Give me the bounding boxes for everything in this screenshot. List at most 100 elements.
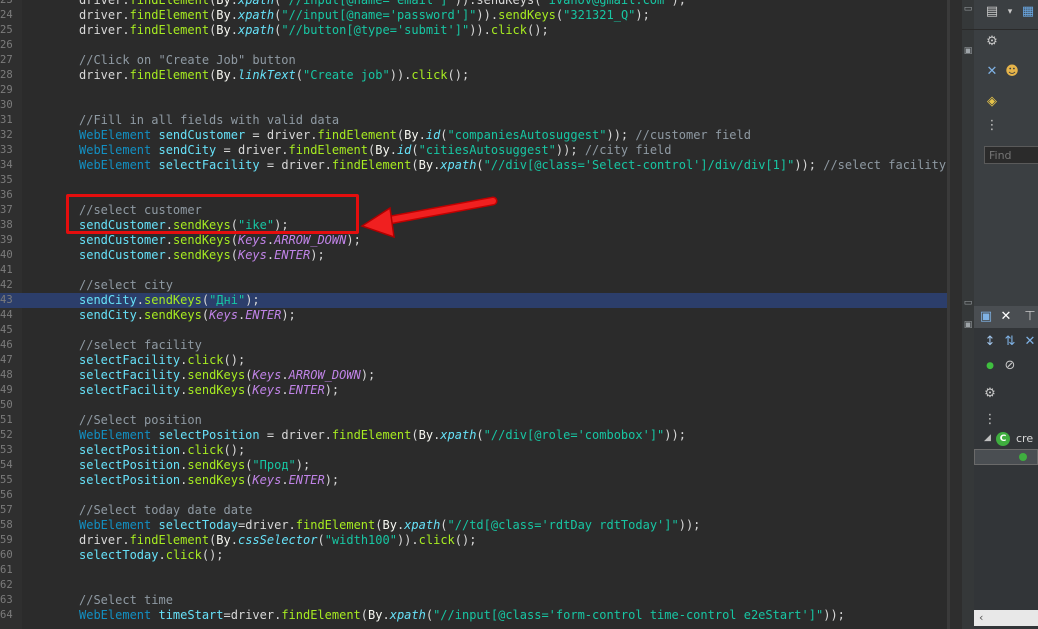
code-token: ); (324, 383, 340, 397)
code-line[interactable]: 44 sendCity.sendKeys(Keys.ENTER); (0, 308, 962, 323)
outline-tree-class[interactable]: ◢ C cre (984, 432, 1038, 448)
annotation-highlight-box (66, 194, 359, 234)
minimize-icon[interactable]: ▭ (962, 296, 974, 310)
code-line[interactable]: 61 (0, 563, 962, 578)
code-token: WebElement (79, 143, 159, 157)
code-line[interactable]: 54 selectPosition.sendKeys("Прод"); (0, 458, 962, 473)
outline-horizontal-scrollbar[interactable]: ‹ (974, 610, 1038, 626)
line-number: 62 (0, 579, 13, 591)
code-text: selectPosition.sendKeys(Keys.ENTER); (79, 473, 339, 488)
code-line[interactable]: 52 WebElement selectPosition = driver.fin… (0, 428, 962, 443)
code-line[interactable]: 41 (0, 263, 962, 278)
code-line[interactable]: 25 driver.findElement(By.xpath("//button[… (0, 23, 962, 38)
code-lines[interactable]: 23 driver.findElement(By.xpath("//input[@… (0, 0, 962, 623)
hide-fields-icon[interactable]: ⇅ (1000, 332, 1020, 352)
line-number: 57 (0, 504, 13, 516)
code-line[interactable]: 56 (0, 488, 962, 503)
find-input[interactable] (984, 146, 1038, 164)
code-token: By (404, 128, 419, 142)
line-number: 30 (0, 99, 13, 111)
code-token: selectPosition (158, 428, 260, 442)
line-number: 34 (0, 159, 13, 171)
task-list-icon[interactable]: ▦ (1018, 2, 1038, 22)
code-line[interactable]: 48 selectFacility.sendKeys(Keys.ARROW_DOW… (0, 368, 962, 383)
code-line[interactable]: 58 WebElement selectToday=driver.findElem… (0, 518, 962, 533)
code-token: click (187, 443, 224, 457)
code-line[interactable]: 26 (0, 38, 962, 53)
code-token: findElement (129, 8, 210, 22)
code-line[interactable]: 32 WebElement sendCustomer = driver.findE… (0, 128, 962, 143)
dropdown-icon[interactable]: ▾ (1000, 2, 1020, 22)
hide-static-icon[interactable]: ✕ (1020, 332, 1038, 352)
code-line[interactable]: 27 //Click on "Create Job" button (0, 53, 962, 68)
code-line[interactable]: 45 (0, 323, 962, 338)
people-icon[interactable]: ☻ (1002, 62, 1022, 82)
code-text: //Fill in all fields with valid data (79, 113, 339, 128)
code-token: "Прод" (252, 458, 296, 472)
code-token: WebElement (79, 608, 159, 622)
code-line[interactable]: 43 sendCity.sendKeys("Дні"); (0, 293, 962, 308)
code-line[interactable]: 55 selectPosition.sendKeys(Keys.ENTER); (0, 473, 962, 488)
code-line[interactable]: 40 sendCustomer.sendKeys(Keys.ENTER); (0, 248, 962, 263)
code-line[interactable]: 59 driver.findElement(By.cssSelector("wid… (0, 533, 962, 548)
hierarchy-icon[interactable]: ⊤ (1020, 307, 1038, 327)
code-line[interactable]: 50 (0, 398, 962, 413)
sort-icon[interactable]: ↕ (980, 332, 1000, 352)
close-icon[interactable]: ✕ (996, 307, 1016, 327)
code-line[interactable]: 23 driver.findElement(By.xpath("//input[@… (0, 0, 962, 8)
code-token: "//div[@class='Select-control']/div/div[… (483, 158, 795, 172)
code-line[interactable]: 47 selectFacility.click(); (0, 353, 962, 368)
more-icon[interactable]: ⋮ (980, 410, 1000, 430)
outline-icon[interactable]: ▣ (976, 307, 996, 327)
code-line[interactable]: 51 //Select position (0, 413, 962, 428)
code-token: =driver. (237, 518, 296, 532)
more-icon[interactable]: ⋮ (982, 116, 1002, 136)
outline-tree-selected-item[interactable] (974, 449, 1038, 465)
restore-icon[interactable]: ▣ (962, 318, 974, 332)
code-token: . (230, 533, 238, 547)
code-line[interactable]: 29 (0, 83, 962, 98)
code-line[interactable]: 57 //Select today date date (0, 503, 962, 518)
code-token: By (382, 518, 397, 532)
code-line[interactable]: 34 WebElement selectFacility = driver.fin… (0, 158, 962, 173)
outline-toolbar-2: ● ⊘ (974, 356, 1038, 380)
code-line[interactable]: 49 selectFacility.sendKeys(Keys.ENTER); (0, 383, 962, 398)
right-side-panel: ▭ ▣ ▭ ▣ ▤ ▾ ▦ ⚙ ✕ ☻ ◈ ⋮ ▣ ✕ ⊤ ↕ ⇅ ✕ ● ⊘ … (962, 0, 1038, 629)
code-line[interactable]: 46 //select facility (0, 338, 962, 353)
new-file-icon[interactable]: ▤ (982, 2, 1002, 22)
code-line[interactable]: 64 WebElement timeStart=driver.findElemen… (0, 608, 962, 623)
code-line[interactable]: 53 selectPosition.click(); (0, 443, 962, 458)
code-line[interactable]: 28 driver.findElement(By.linkText("Create… (0, 68, 962, 83)
code-token: By (216, 68, 231, 82)
code-token: . (281, 473, 289, 487)
code-line[interactable]: 24 driver.findElement(By.xpath("//input[@… (0, 8, 962, 23)
code-line[interactable]: 42 //select city (0, 278, 962, 293)
filter-icon[interactable]: ⚙ (982, 32, 1002, 52)
code-line[interactable]: 63 //Select time (0, 593, 962, 608)
hide-icon[interactable]: ✕ (982, 62, 1002, 82)
code-line[interactable]: 31 //Fill in all fields with valid data (0, 113, 962, 128)
code-token: ); (671, 0, 686, 7)
code-line[interactable]: 62 (0, 578, 962, 593)
expand-icon[interactable]: ◢ (984, 433, 991, 443)
scroll-left-icon[interactable]: ‹ (978, 610, 985, 626)
code-token: findElement (295, 518, 376, 532)
hide-nonpublic-icon[interactable]: ⊘ (1000, 356, 1020, 376)
focus-icon[interactable]: ◈ (982, 92, 1002, 112)
code-token: xpath (237, 0, 275, 7)
code-editor[interactable]: 23 driver.findElement(By.xpath("//input[@… (0, 0, 962, 629)
public-member-icon[interactable]: ● (980, 356, 1000, 376)
code-line[interactable]: 60 selectToday.click(); (0, 548, 962, 563)
editor-vertical-scrollbar[interactable] (950, 0, 962, 629)
code-text: WebElement selectFacility = driver.findE… (79, 158, 962, 173)
link-icon[interactable]: ⚙ (980, 384, 1000, 404)
code-token: By (418, 428, 434, 442)
code-line[interactable]: 33 WebElement sendCity = driver.findEleme… (0, 143, 962, 158)
code-token: cssSelector (237, 533, 318, 547)
line-number: 38 (0, 219, 13, 231)
code-line[interactable]: 30 (0, 98, 962, 113)
code-line[interactable]: 35 (0, 173, 962, 188)
code-text: WebElement selectToday=driver.findElemen… (79, 518, 700, 533)
code-token: sendKeys (144, 308, 202, 322)
code-token: ); (324, 473, 340, 487)
